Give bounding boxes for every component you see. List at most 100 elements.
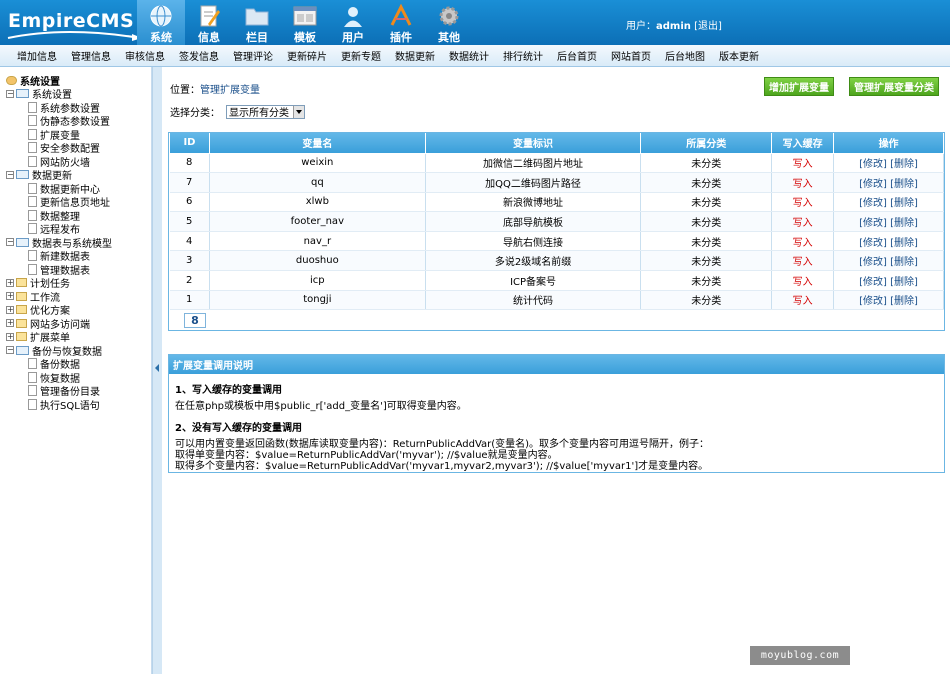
edit-delete-links[interactable]: [修改] [删除] — [859, 238, 918, 249]
nav-user[interactable]: 用户 — [329, 0, 377, 45]
sidebar-item[interactable]: 更新信息页地址 — [6, 195, 151, 209]
cell-actions: [修改] [删除] — [833, 153, 944, 174]
cell-category: 未分类 — [640, 270, 773, 291]
sidebar-item[interactable]: 扩展变量 — [6, 128, 151, 142]
sidebar-item[interactable]: 网站防火墙 — [6, 155, 151, 169]
cell-cache[interactable]: 写入 — [771, 153, 835, 174]
edit-delete-links[interactable]: [修改] [删除] — [859, 296, 918, 307]
subnav-rank-stats[interactable]: 排行统计 — [503, 48, 543, 63]
expand-icon[interactable]: + — [6, 305, 14, 314]
column-header: 变量标识 — [424, 133, 642, 154]
sidebar-group-ext-menu[interactable]: + 扩展菜单 — [6, 330, 151, 344]
sidebar-item[interactable]: 伪静态参数设置 — [6, 114, 151, 128]
cell-category: 未分类 — [640, 290, 773, 311]
edit-delete-links[interactable]: [修改] [删除] — [859, 179, 918, 190]
nav-template[interactable]: 模板 — [281, 0, 329, 45]
collapse-icon[interactable]: − — [6, 170, 14, 179]
sidebar-splitter[interactable] — [152, 67, 162, 674]
subnav-data-update[interactable]: 数据更新 — [395, 48, 435, 63]
sidebar-group-optimize[interactable]: + 优化方案 — [6, 303, 151, 317]
subnav-update-topics[interactable]: 更新专题 — [341, 48, 381, 63]
sidebar-item[interactable]: 系统参数设置 — [6, 101, 151, 115]
sidebar-item[interactable]: 恢复数据 — [6, 371, 151, 385]
sidebar-item[interactable]: 数据更新中心 — [6, 182, 151, 196]
subnav-update-fragments[interactable]: 更新碎片 — [287, 48, 327, 63]
sidebar-group-system[interactable]: − 系统设置 — [6, 87, 151, 101]
sidebar-group-scheduled[interactable]: + 计划任务 — [6, 276, 151, 290]
edit-delete-links[interactable]: [修改] [删除] — [859, 159, 918, 170]
collapse-icon[interactable]: − — [6, 238, 14, 247]
nav-info[interactable]: 信息 — [185, 0, 233, 45]
edit-delete-links[interactable]: [修改] [删除] — [859, 198, 918, 209]
collapse-arrow-icon[interactable] — [155, 364, 159, 372]
cell-var-label: 加微信二维码图片地址 — [425, 153, 642, 174]
collapse-icon[interactable]: − — [6, 346, 14, 355]
subnav-sign-info[interactable]: 签发信息 — [179, 48, 219, 63]
manage-categories-button[interactable]: 管理扩展变量分类 — [849, 77, 939, 96]
sidebar-item[interactable]: 管理数据表 — [6, 263, 151, 277]
sidebar-group-backup[interactable]: − 备份与恢复数据 — [6, 344, 151, 358]
subnav-admin-home[interactable]: 后台首页 — [557, 48, 597, 63]
breadcrumb-link[interactable]: 管理扩展变量 — [200, 85, 260, 96]
sidebar-item[interactable]: 新建数据表 — [6, 249, 151, 263]
edit-delete-links[interactable]: [修改] [删除] — [859, 277, 918, 288]
subnav-admin-map[interactable]: 后台地图 — [665, 48, 705, 63]
subnav-data-stats[interactable]: 数据统计 — [449, 48, 489, 63]
cell-cache[interactable]: 写入 — [771, 211, 835, 232]
sidebar-item[interactable]: 远程发布 — [6, 222, 151, 236]
edit-delete-links[interactable]: [修改] [删除] — [859, 257, 918, 268]
sidebar-group-data-update[interactable]: − 数据更新 — [6, 168, 151, 182]
cell-category: 未分类 — [640, 211, 773, 232]
cell-category: 未分类 — [640, 172, 773, 193]
cell-cache[interactable]: 写入 — [771, 270, 835, 291]
gear-icon — [436, 3, 462, 28]
page-icon — [28, 371, 37, 383]
subnav-manage-comments[interactable]: 管理评论 — [233, 48, 273, 63]
logout-link[interactable]: [退出] — [694, 21, 722, 32]
cell-cache[interactable]: 写入 — [771, 172, 835, 193]
cell-var-name: xlwb — [209, 192, 426, 213]
nav-plugin-label: 插件 — [390, 31, 412, 44]
nav-plugin[interactable]: 插件 — [377, 0, 425, 45]
cell-id: 4 — [169, 231, 210, 252]
folder-open-icon — [16, 89, 29, 99]
category-select[interactable]: 显示所有分类 — [226, 104, 305, 119]
cell-category: 未分类 — [640, 192, 773, 213]
expand-icon[interactable]: + — [6, 332, 14, 341]
dropdown-arrow-icon[interactable] — [293, 105, 304, 118]
subnav-version-update[interactable]: 版本更新 — [719, 48, 759, 63]
sidebar-group-workflow[interactable]: + 工作流 — [6, 290, 151, 304]
sidebar-group-multi-access[interactable]: + 网站多访问端 — [6, 317, 151, 331]
edit-delete-links[interactable]: [修改] [删除] — [859, 218, 918, 229]
nav-column[interactable]: 栏目 — [233, 0, 281, 45]
cell-cache[interactable]: 写入 — [771, 250, 835, 272]
collapse-icon[interactable]: − — [6, 89, 14, 98]
category-filter: 选择分类： 显示所有分类 — [170, 104, 305, 119]
sidebar: 系统设置 − 系统设置 系统参数设置 伪静态参数设置 扩展变量 安全参数配置 网站… — [0, 67, 152, 674]
add-variable-button[interactable]: 增加扩展变量 — [764, 77, 834, 96]
nav-system[interactable]: 系统 — [137, 0, 185, 45]
sidebar-item[interactable]: 管理备份目录 — [6, 384, 151, 398]
page-icon — [28, 155, 37, 167]
subnav-review-info[interactable]: 审核信息 — [125, 48, 165, 63]
sidebar-item[interactable]: 备份数据 — [6, 357, 151, 371]
sidebar-group-tables[interactable]: − 数据表与系统模型 — [6, 236, 151, 250]
sidebar-item[interactable]: 数据整理 — [6, 209, 151, 223]
logo[interactable]: EmpireCMS — [6, 8, 144, 42]
cell-id: 7 — [169, 172, 210, 193]
cell-actions: [修改] [删除] — [833, 290, 944, 311]
expand-icon[interactable]: + — [6, 292, 14, 301]
expand-icon[interactable]: + — [6, 278, 14, 287]
cell-cache[interactable]: 写入 — [771, 290, 835, 311]
subnav-add-info[interactable]: 增加信息 — [17, 48, 57, 63]
cell-cache[interactable]: 写入 — [771, 192, 835, 213]
page-number[interactable]: 8 — [184, 313, 206, 328]
nav-other[interactable]: 其他 — [425, 0, 473, 45]
sidebar-item[interactable]: 执行SQL语句 — [6, 398, 151, 412]
sidebar-item[interactable]: 安全参数配置 — [6, 141, 151, 155]
tools-icon — [388, 3, 414, 28]
expand-icon[interactable]: + — [6, 319, 14, 328]
subnav-site-home[interactable]: 网站首页 — [611, 48, 651, 63]
subnav-manage-info[interactable]: 管理信息 — [71, 48, 111, 63]
cell-cache[interactable]: 写入 — [771, 231, 835, 252]
